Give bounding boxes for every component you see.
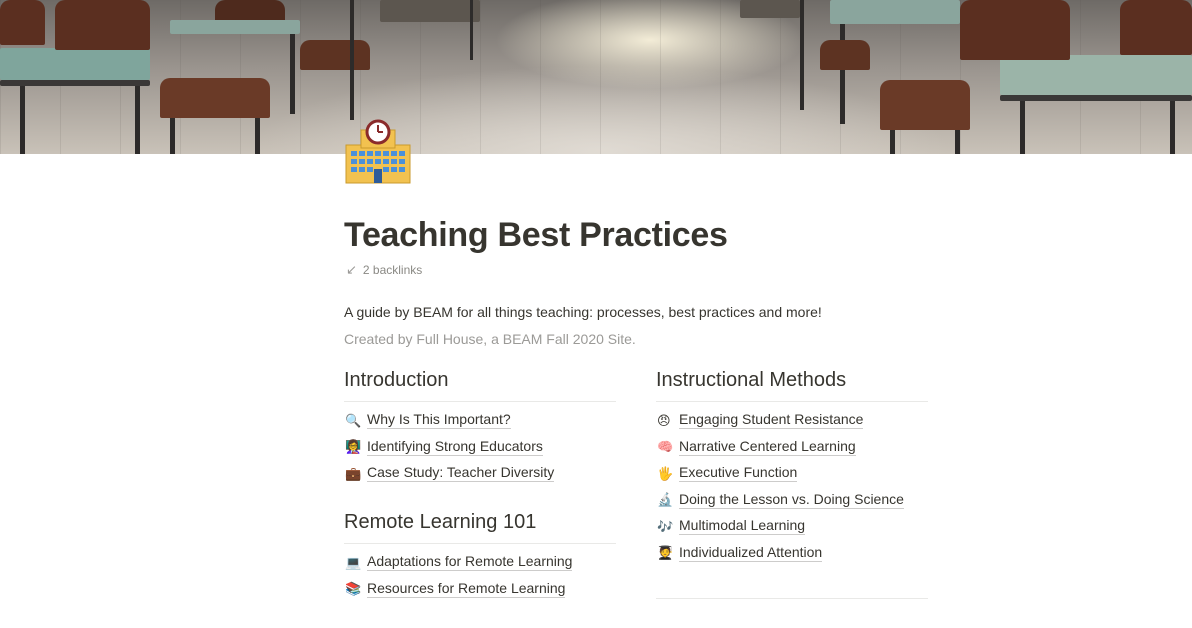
brain-icon: 🧠 [657, 439, 674, 455]
list-item: 🔍 Why Is This Important? [345, 407, 554, 434]
teacher-icon: 👩‍🏫 [345, 439, 362, 455]
divider [656, 401, 928, 402]
angry-face-icon: 😠 [657, 412, 671, 428]
section-heading-instructional-methods: Instructional Methods [656, 369, 847, 391]
backlinks-link[interactable]: ↙ 2 backlinks [346, 262, 422, 278]
list-item: 📚 Resources for Remote Learning [345, 576, 572, 603]
raised-hand-icon: 🖐 [657, 465, 674, 481]
section-heading-remote-learning: Remote Learning 101 [344, 511, 537, 533]
page-link[interactable]: Doing the Lesson vs. Doing Science [679, 491, 904, 509]
list-item: 🎶 Multimodal Learning [657, 513, 904, 540]
divider [656, 598, 928, 599]
instructional-methods-links: 😠 Engaging Student Resistance 🧠 Narrativ… [657, 407, 904, 566]
microscope-icon: 🔬 [657, 492, 674, 508]
list-item: 🖐 Executive Function [657, 460, 904, 487]
page-link[interactable]: Executive Function [679, 464, 798, 483]
introduction-links: 🔍 Why Is This Important? 👩‍🏫 Identifying… [345, 407, 555, 487]
music-notes-icon: 🎶 [657, 518, 674, 534]
page-link[interactable]: Engaging Student Resistance [679, 411, 864, 430]
list-item: 👩‍🏫 Identifying Strong Educators [345, 434, 554, 461]
page-link[interactable]: Identifying Strong Educators [367, 438, 543, 456]
page-link[interactable]: Why Is This Important? [367, 411, 511, 430]
magnifying-glass-icon: 🔍 [345, 412, 362, 428]
remote-learning-links: 💻 Adaptations for Remote Learning 📚 Reso… [345, 549, 573, 603]
divider [344, 401, 616, 402]
page-link[interactable]: Case Study: Teacher Diversity [367, 464, 555, 483]
cover-image [0, 0, 1192, 154]
school-building-icon[interactable] [343, 118, 413, 188]
page-title: Teaching Best Practices [344, 216, 728, 254]
list-item: 😠 Engaging Student Resistance [657, 407, 904, 434]
page-link[interactable]: Resources for Remote Learning [367, 580, 566, 598]
student-icon: 🧑‍🎓 [657, 545, 674, 561]
backlinks-label: 2 backlinks [362, 263, 423, 277]
list-item: 💻 Adaptations for Remote Learning [345, 549, 573, 576]
page-link[interactable]: Adaptations for Remote Learning [367, 553, 573, 572]
page-link[interactable]: Individualized Attention [679, 544, 823, 562]
divider [344, 543, 616, 544]
page-link[interactable]: Multimodal Learning [679, 517, 806, 536]
list-item: 🔬 Doing the Lesson vs. Doing Science [657, 487, 904, 514]
page-link[interactable]: Narrative Centered Learning [679, 438, 856, 456]
page-credit: Created by Full House, a BEAM Fall 2020 … [344, 331, 636, 347]
list-item: 🧑‍🎓 Individualized Attention [657, 540, 904, 567]
arrow-down-left-icon: ↙ [346, 262, 357, 277]
briefcase-icon: 💼 [345, 465, 362, 481]
books-icon: 📚 [345, 581, 362, 597]
section-heading-introduction: Introduction [344, 369, 449, 391]
laptop-icon: 💻 [345, 554, 362, 570]
page-description: A guide by BEAM for all things teaching:… [344, 304, 822, 320]
list-item: 🧠 Narrative Centered Learning [657, 434, 904, 461]
list-item: 💼 Case Study: Teacher Diversity [345, 460, 555, 487]
